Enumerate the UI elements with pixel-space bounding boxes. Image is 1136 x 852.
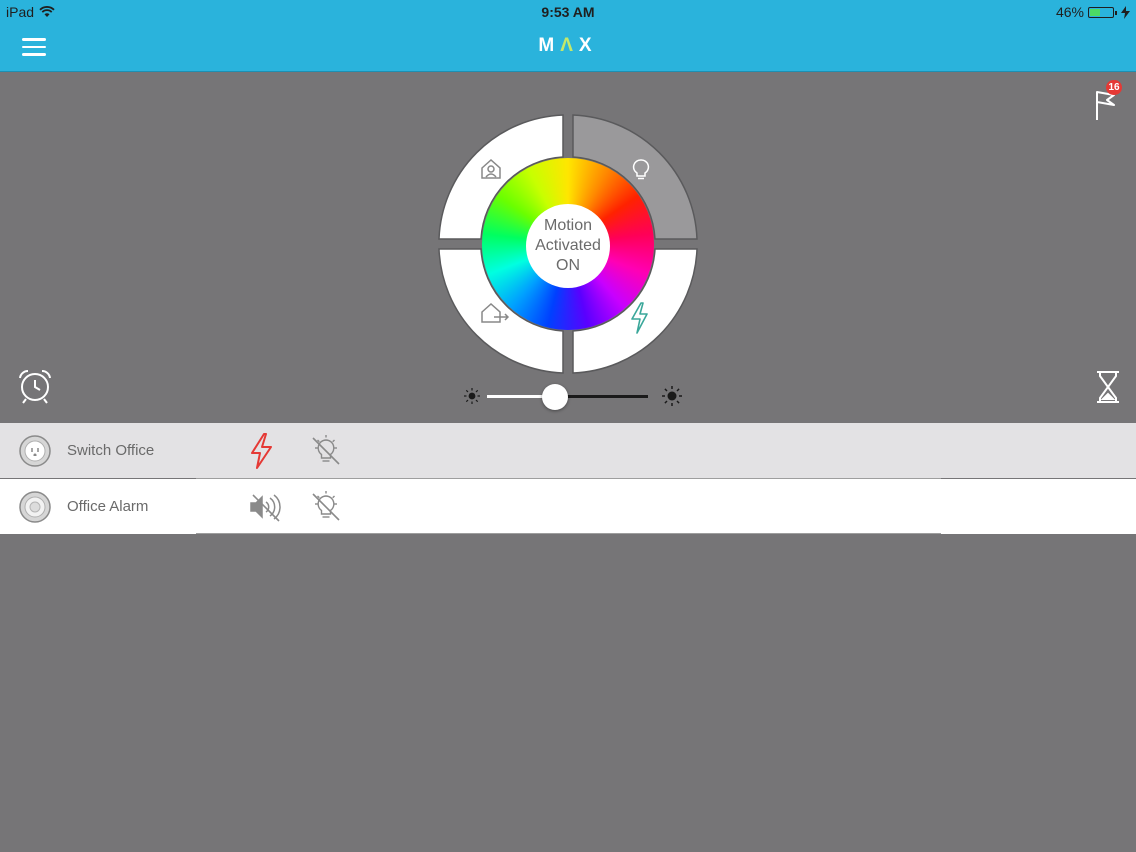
- device-name: Switch Office: [67, 442, 155, 459]
- battery-icon: [1088, 6, 1117, 18]
- device-name: Office Alarm: [67, 498, 149, 515]
- device-light-toggle[interactable]: [309, 434, 343, 468]
- status-time: 9:53 AM: [541, 4, 595, 20]
- alarm-clock-button[interactable]: [16, 368, 54, 404]
- device-row-office-alarm[interactable]: Office Alarm: [0, 479, 1136, 534]
- alarm-clock-icon: [19, 369, 51, 404]
- charging-bolt-icon: [1121, 5, 1130, 19]
- notifications-button[interactable]: 16: [1094, 80, 1122, 122]
- device-power-button[interactable]: [247, 433, 275, 469]
- mode-status-line-3: ON: [556, 257, 580, 274]
- battery-percent: 46%: [1055, 4, 1084, 20]
- row-divider: [196, 533, 941, 534]
- device-row-switch-office[interactable]: Switch Office: [0, 423, 1136, 478]
- slider-track-empty: [554, 395, 648, 398]
- brightness-slider[interactable]: [462, 381, 688, 411]
- wifi-icon: [39, 6, 55, 17]
- logo-text: MΛX: [538, 35, 597, 57]
- outlet-switch-icon: [19, 435, 51, 467]
- device-name: iPad: [6, 4, 35, 20]
- hourglass-icon: [1097, 371, 1119, 403]
- sun-large-icon: [662, 386, 682, 406]
- mode-status-line-2: Activated: [535, 237, 601, 254]
- speaker-muted-icon: [250, 494, 281, 522]
- top-bar: iPad 9:53 AM 46% MΛX: [0, 0, 1136, 72]
- hamburger-menu-icon[interactable]: [22, 38, 46, 56]
- logo-letter-m: M: [538, 35, 561, 56]
- app-logo: MΛX: [0, 35, 1136, 57]
- device-light-toggle[interactable]: [309, 490, 343, 524]
- lightbulb-off-icon: [312, 491, 340, 521]
- device-sound-toggle[interactable]: [249, 489, 283, 525]
- logo-letter-a: Λ: [560, 35, 579, 56]
- lightbulb-off-icon: [312, 435, 340, 465]
- hourglass-button[interactable]: [1095, 370, 1121, 404]
- lightning-bolt-icon: [251, 433, 272, 469]
- notification-badge: 16: [1106, 80, 1122, 95]
- sun-small-icon: [464, 388, 480, 404]
- slider-thumb[interactable]: [541, 384, 568, 410]
- status-left: iPad: [6, 4, 55, 20]
- mode-status-line-1: Motion: [543, 217, 593, 234]
- mode-status-label[interactable]: Motion Activated ON: [526, 204, 610, 288]
- logo-letter-x: X: [578, 35, 598, 56]
- alarm-device-icon: [19, 491, 51, 523]
- status-right: 46%: [1056, 4, 1130, 20]
